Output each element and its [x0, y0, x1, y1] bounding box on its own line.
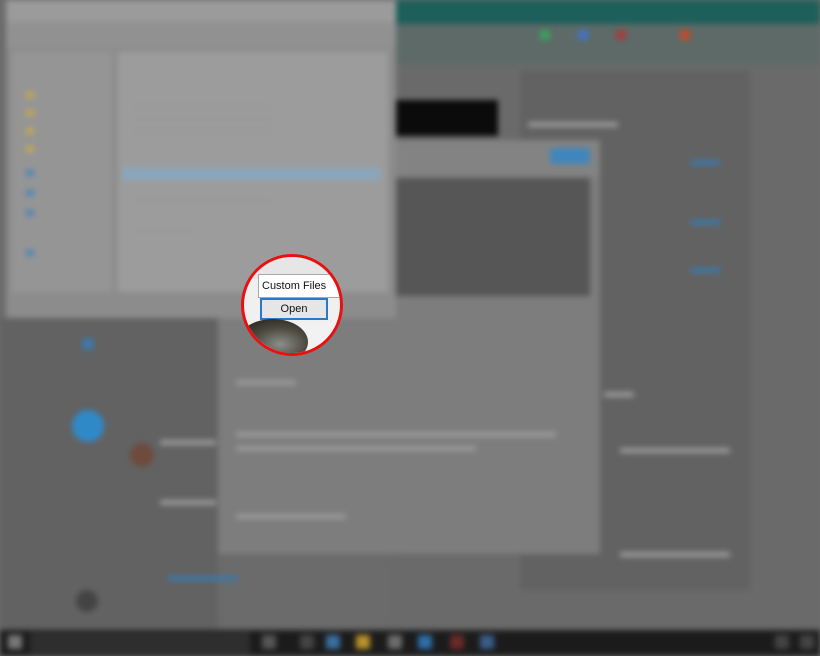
- extension-icon[interactable]: [680, 30, 690, 40]
- dark-banner: [390, 100, 498, 136]
- taskbar-icon[interactable]: [356, 635, 370, 649]
- taskbar-icon[interactable]: [480, 635, 494, 649]
- folder-icon: [26, 110, 34, 116]
- panel-link[interactable]: [690, 160, 720, 165]
- panel-text: [620, 552, 730, 557]
- avatar[interactable]: [76, 590, 98, 612]
- file-dialog-toolbar[interactable]: [6, 22, 396, 48]
- modal-post-button[interactable]: [550, 148, 590, 164]
- left-app-pane: [0, 318, 218, 630]
- folder-icon: [26, 128, 34, 134]
- modal-text: [236, 514, 346, 519]
- file-type-filter-dropdown[interactable]: Custom Files: [258, 274, 340, 298]
- panel-link[interactable]: [690, 220, 720, 225]
- blurred-desktop: [0, 0, 820, 656]
- avatar[interactable]: [130, 443, 154, 467]
- taskbar-icon[interactable]: [418, 635, 432, 649]
- browser-titlebar: [395, 0, 820, 24]
- taskbar-icon[interactable]: [300, 635, 314, 649]
- app-icon[interactable]: [82, 338, 94, 350]
- taskbar-icon[interactable]: [388, 635, 402, 649]
- file-row[interactable]: [132, 116, 272, 121]
- file-type-filter-value: Custom Files: [262, 280, 327, 292]
- taskbar-icon[interactable]: [262, 635, 276, 649]
- taskbar-icon[interactable]: [450, 635, 464, 649]
- extension-icon[interactable]: [540, 30, 550, 40]
- modal-text: [236, 446, 476, 451]
- modal-text: [236, 432, 556, 437]
- file-row[interactable]: [132, 198, 272, 203]
- magnifier-lens: Custom Files Open: [241, 254, 343, 356]
- feed-text: [160, 440, 216, 445]
- taskbar-icon[interactable]: [775, 635, 789, 649]
- panel-text: [620, 448, 730, 453]
- open-button[interactable]: Open: [260, 298, 328, 320]
- notification-icon[interactable]: [800, 635, 814, 649]
- modal-text: [236, 380, 296, 385]
- file-row[interactable]: [132, 104, 272, 109]
- panel-heading: [528, 122, 618, 127]
- start-icon[interactable]: [8, 635, 22, 649]
- taskbar-search[interactable]: [30, 632, 250, 654]
- file-row[interactable]: [132, 228, 192, 233]
- browser-toolbar[interactable]: [395, 24, 820, 64]
- selected-file-row[interactable]: [122, 168, 380, 180]
- panel-link[interactable]: [690, 268, 720, 273]
- file-dialog-titlebar: [6, 0, 396, 22]
- feed-text: [160, 500, 216, 505]
- extension-icon[interactable]: [616, 30, 626, 40]
- taskbar-icon[interactable]: [326, 635, 340, 649]
- drive-icon: [26, 210, 34, 216]
- add-button[interactable]: [72, 410, 104, 442]
- folder-icon: [26, 92, 34, 98]
- folder-icon: [26, 146, 34, 152]
- drive-icon: [26, 170, 34, 176]
- network-icon: [26, 250, 34, 256]
- extension-icon[interactable]: [578, 30, 588, 40]
- drive-icon: [26, 190, 34, 196]
- feed-link[interactable]: [168, 576, 238, 581]
- file-row[interactable]: [132, 128, 272, 133]
- panel-text: [604, 392, 634, 397]
